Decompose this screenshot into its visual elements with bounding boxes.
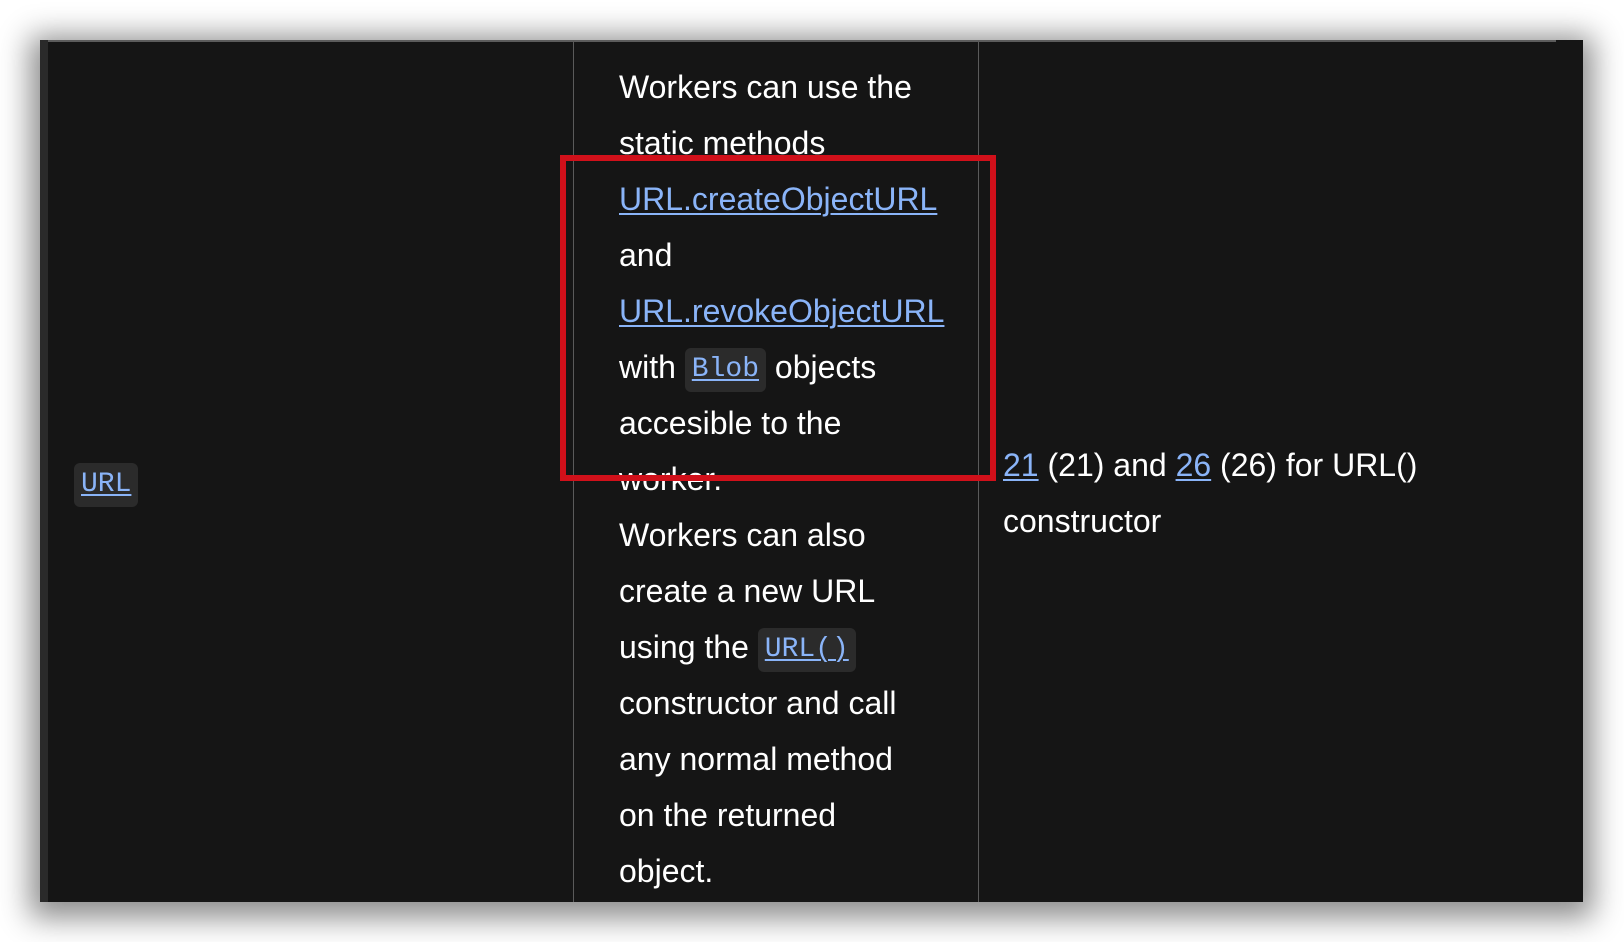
description-line: any normal method	[619, 741, 893, 777]
frame-edge	[40, 40, 48, 902]
url-constructor-link[interactable]: URL()	[765, 634, 849, 665]
description-line: object.	[619, 853, 714, 889]
create-object-url-link[interactable]: URL.createObjectURL	[619, 181, 937, 217]
description-line: Workers can use the	[619, 69, 912, 105]
revoke-object-url-link[interactable]: URL.revokeObjectURL	[619, 293, 944, 329]
description-line: static methods	[619, 125, 826, 161]
description-text: objects	[774, 349, 877, 385]
description-line: Workers can also	[619, 517, 866, 553]
description-line: on the returned	[619, 797, 837, 833]
description-line: URL.revokeObjectURL	[619, 283, 979, 339]
version-26-link[interactable]: 26	[1176, 447, 1212, 483]
screenshot-frame: URL Workers can use the static methods U…	[40, 40, 1583, 902]
description-text: with	[619, 349, 676, 385]
url-constructor-code: URL()	[757, 627, 856, 672]
description-line: URL.createObjectURL	[619, 171, 979, 227]
version-21-link[interactable]: 21	[1003, 447, 1039, 483]
support-text: (26) for URL()	[1220, 447, 1418, 483]
support-line: constructor	[1003, 503, 1162, 539]
support-line: 21 (21) and 26 (26) for URL()	[1003, 437, 1543, 493]
description-line: constructor and call	[619, 685, 897, 721]
description-cell: Workers can use the static methods URL.c…	[619, 59, 979, 899]
description-line: create a new URL	[619, 573, 876, 609]
url-api-link[interactable]: URL	[81, 469, 131, 500]
url-code: URL	[74, 462, 139, 507]
description-line: and	[619, 237, 673, 273]
table-top-border	[48, 40, 1556, 42]
support-text: (21) and	[1047, 447, 1167, 483]
description-line: worker.	[619, 461, 723, 497]
blob-link[interactable]: Blob	[692, 354, 759, 385]
api-name-cell: URL	[74, 454, 139, 510]
description-text: using the	[619, 629, 749, 665]
description-line: using the URL()	[619, 619, 979, 675]
description-line: with Blob objects	[619, 339, 979, 395]
description-line: accesible to the	[619, 405, 842, 441]
support-cell: 21 (21) and 26 (26) for URL() constructo…	[1003, 437, 1543, 549]
blob-code: Blob	[684, 347, 767, 392]
column-divider-1	[573, 40, 574, 902]
